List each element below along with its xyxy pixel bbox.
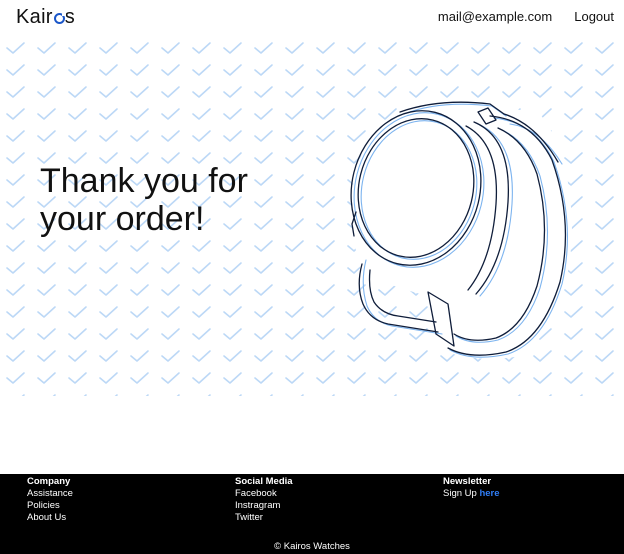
site-header: Kair s mail@example.com Logout <box>0 0 624 34</box>
footer-link-policies[interactable]: Policies <box>27 500 60 511</box>
footer-link-assistance[interactable]: Assistance <box>27 488 73 499</box>
hero-section: Thank you for your order! <box>0 34 624 396</box>
logo-o-icon <box>53 12 66 24</box>
newsletter-signup-link[interactable]: here <box>479 488 499 499</box>
footer-company-heading: Company <box>27 476 71 487</box>
title-line-2: your order! <box>40 200 205 238</box>
page-title: Thank you for your order! <box>40 162 300 238</box>
header-nav: mail@example.com Logout <box>438 9 614 25</box>
footer-link-about-us[interactable]: About Us <box>27 512 66 523</box>
newsletter-signup-text: Sign Up <box>443 488 477 499</box>
smartwatch-illustration-icon <box>350 101 572 359</box>
footer-social-heading: Social Media <box>235 476 293 487</box>
logo[interactable]: Kair s <box>16 4 75 30</box>
footer-link-twitter[interactable]: Twitter <box>235 512 263 523</box>
logout-link[interactable]: Logout <box>574 9 614 25</box>
site-footer: Company Assistance Policies About Us Soc… <box>0 474 624 554</box>
footer-social-column: Social Media Facebook Instragram Twitter <box>235 476 293 524</box>
footer-link-instagram[interactable]: Instragram <box>235 500 280 511</box>
footer-newsletter-column: Newsletter Sign Up here <box>443 476 500 500</box>
footer-company-column: Company Assistance Policies About Us <box>27 476 73 524</box>
logo-text-suffix: s <box>64 6 76 28</box>
logo-text-prefix: Kair <box>16 6 53 28</box>
footer-link-facebook[interactable]: Facebook <box>235 488 277 499</box>
footer-newsletter-heading: Newsletter <box>443 476 492 487</box>
account-email-link[interactable]: mail@example.com <box>438 9 552 25</box>
title-line-1: Thank you for <box>40 162 248 200</box>
copyright-text: © Kairos Watches <box>274 541 350 552</box>
